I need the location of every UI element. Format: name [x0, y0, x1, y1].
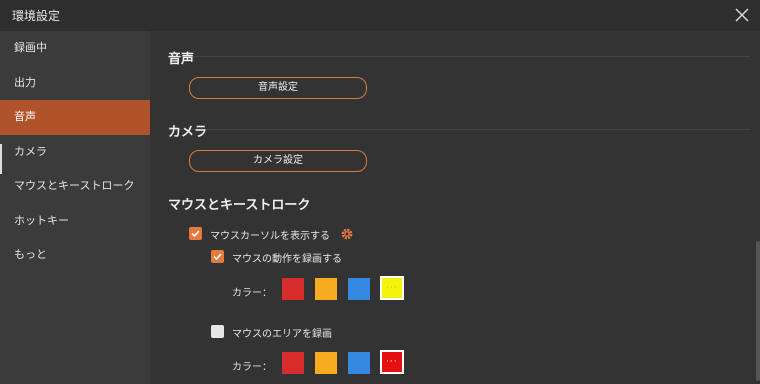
sidebar-scroll-indicator: [0, 144, 2, 174]
sidebar-item-label: ホットキー: [14, 213, 69, 227]
record-actions-checkbox[interactable]: [211, 250, 224, 263]
sidebar-item-mouse-keystroke[interactable]: マウスとキーストローク: [0, 169, 150, 204]
sidebar-item-label: カメラ: [14, 144, 47, 158]
action-color-swatch-red[interactable]: [282, 278, 304, 300]
record-area-checkbox[interactable]: [211, 325, 224, 338]
record-actions-label: マウスの動作を録画する: [232, 254, 342, 265]
record-area-label: マウスのエリアを録画: [232, 329, 332, 340]
action-color-swatch-orange[interactable]: [315, 278, 337, 300]
sidebar-item-label: マウスとキーストローク: [14, 179, 135, 192]
checkmark-icon: [191, 230, 200, 238]
title-bar: 環境設定: [0, 0, 760, 31]
sidebar-item-output[interactable]: 出力: [0, 66, 150, 101]
divider: [168, 56, 750, 57]
area-color-swatch-blue[interactable]: [348, 352, 370, 374]
scrollbar[interactable]: [756, 241, 760, 381]
action-color-label: カラー：: [232, 288, 272, 299]
gear-icon[interactable]: [340, 226, 354, 240]
sidebar: 録画中 出力 音声 カメラ マウスとキーストローク ホットキー もっと: [0, 31, 150, 384]
audio-section-title: 音声: [168, 52, 195, 67]
sidebar-item-label: 音声: [14, 110, 36, 123]
settings-panel: 音声 音声設定 カメラ カメラ設定 マウスとキーストローク マウスカーソルを表示…: [150, 31, 760, 384]
area-color-swatch-red[interactable]: [282, 352, 304, 374]
camera-section-title: カメラ: [168, 125, 208, 140]
more-colors-icon: ···: [386, 357, 398, 367]
sidebar-item-label: もっと: [14, 248, 47, 261]
sidebar-item-more[interactable]: もっと: [0, 238, 150, 273]
sidebar-item-audio[interactable]: 音声: [0, 100, 150, 135]
sidebar-item-camera[interactable]: カメラ: [0, 135, 150, 170]
show-cursor-checkbox[interactable]: [189, 227, 202, 240]
area-color-swatch-bright-red[interactable]: ···: [380, 350, 404, 374]
camera-settings-button[interactable]: カメラ設定: [189, 150, 367, 172]
close-icon[interactable]: [732, 5, 752, 25]
sidebar-item-recording[interactable]: 録画中: [0, 31, 150, 66]
window-title: 環境設定: [12, 9, 61, 23]
checkmark-icon: [213, 253, 222, 261]
area-color-swatch-orange[interactable]: [315, 352, 337, 374]
area-color-label: カラー：: [232, 362, 272, 373]
sidebar-item-hotkey[interactable]: ホットキー: [0, 204, 150, 239]
action-color-swatch-yellow[interactable]: ···: [380, 276, 404, 300]
sidebar-item-label: 出力: [14, 75, 36, 89]
audio-settings-button[interactable]: 音声設定: [189, 77, 367, 99]
sidebar-item-label: 録画中: [14, 41, 47, 54]
more-colors-icon: ···: [386, 283, 398, 293]
divider: [168, 129, 750, 130]
mouse-section-title: マウスとキーストローク: [168, 198, 311, 213]
show-cursor-label: マウスカーソルを表示する: [210, 231, 330, 242]
action-color-swatch-blue[interactable]: [348, 278, 370, 300]
